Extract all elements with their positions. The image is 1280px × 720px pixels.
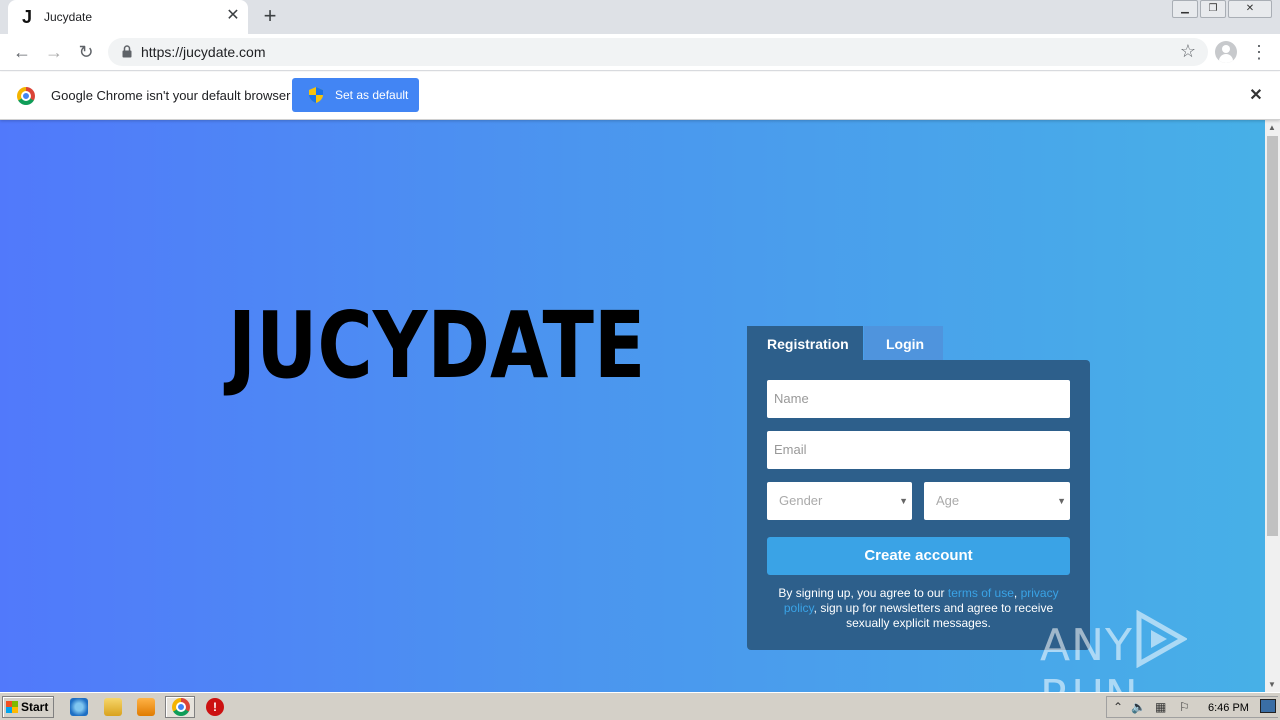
name-input[interactable]: Name xyxy=(767,380,1070,418)
gender-caret-icon: ▼ xyxy=(899,496,908,506)
site-logo: JUCYDATE xyxy=(228,292,646,399)
scroll-down-icon[interactable]: ▼ xyxy=(1268,680,1276,689)
tray-expand-icon[interactable]: ⌃ xyxy=(1113,700,1123,714)
default-browser-infobar: Google Chrome isn't your default browser… xyxy=(0,72,1280,120)
new-tab-icon[interactable]: + xyxy=(258,4,282,28)
watermark-right: RUN xyxy=(1040,671,1139,692)
forward-icon[interactable]: → xyxy=(42,40,66,64)
windows-logo-icon xyxy=(6,701,18,713)
registration-form: Name Email Gender ▼ Age ▼ Create account… xyxy=(747,360,1090,650)
set-as-default-button[interactable]: Set as default xyxy=(292,78,419,112)
profile-icon[interactable] xyxy=(1215,41,1237,63)
start-label: Start xyxy=(21,700,49,714)
create-account-button[interactable]: Create account xyxy=(767,537,1070,575)
window-close-icon[interactable]: ✕ xyxy=(1228,0,1272,18)
page-content: JUCYDATE Registration Login Name Email G… xyxy=(0,120,1265,692)
legal-notice: By signing up, you agree to our terms of… xyxy=(771,586,1066,631)
taskbar-clock[interactable]: 6:46 PM xyxy=(1208,702,1249,714)
infobar-close-icon[interactable]: ✕ xyxy=(1246,86,1266,106)
tab-title: Jucydate xyxy=(44,10,93,24)
action-center-flag-icon[interactable]: ⚐ xyxy=(1179,700,1190,714)
age-caret-icon: ▼ xyxy=(1057,496,1066,506)
anyrun-watermark: ANYRUN xyxy=(1040,609,1265,692)
address-bar[interactable]: https://jucydate.com ☆ xyxy=(108,38,1208,66)
restore-icon[interactable]: ❐ xyxy=(1200,0,1226,18)
legal-prefix: By signing up, you agree to our xyxy=(778,586,948,600)
tab-registration[interactable]: Registration xyxy=(747,326,863,360)
site-favicon-icon: J xyxy=(22,7,33,27)
windows-taskbar: Start ! ⌃ 🔈 ▦ ⚐ 6:46 PM xyxy=(0,692,1280,720)
start-button[interactable]: Start xyxy=(2,696,54,718)
minimize-icon[interactable]: ▁ xyxy=(1172,0,1198,18)
url-text: https://jucydate.com xyxy=(141,44,266,60)
file-explorer-icon[interactable] xyxy=(104,698,122,716)
legal-suffix: , sign up for newsletters and agree to r… xyxy=(813,601,1054,630)
media-player-icon[interactable] xyxy=(137,698,155,716)
network-icon[interactable]: ▦ xyxy=(1155,700,1166,714)
terms-of-use-link[interactable]: terms of use xyxy=(948,586,1014,600)
tab-strip: J Jucydate ✕ + ▁ ❐ ✕ xyxy=(0,0,1280,34)
back-icon[interactable]: ← xyxy=(10,40,34,64)
set-as-default-label: Set as default xyxy=(335,88,409,102)
bookmark-star-icon[interactable]: ☆ xyxy=(1180,41,1196,62)
chrome-taskbar-button[interactable] xyxy=(165,696,195,718)
system-tray: ⌃ 🔈 ▦ ⚐ xyxy=(1106,696,1278,718)
auth-tabs: Registration Login xyxy=(747,326,943,360)
window-controls: ▁ ❐ ✕ xyxy=(1170,0,1272,18)
play-icon xyxy=(1136,609,1188,669)
uac-shield-icon xyxy=(309,87,323,103)
gender-select[interactable]: Gender ▼ xyxy=(767,482,912,520)
watermark-left: ANY xyxy=(1040,620,1133,671)
opera-icon[interactable]: ! xyxy=(206,698,224,716)
age-select[interactable]: Age ▼ xyxy=(924,482,1070,520)
browser-tab[interactable]: J Jucydate ✕ xyxy=(8,0,248,34)
page-scrollbar[interactable]: ▲ ▼ xyxy=(1265,120,1280,692)
legal-separator: , xyxy=(1013,586,1021,600)
reload-icon[interactable]: ↻ xyxy=(74,40,98,64)
show-desktop-icon[interactable] xyxy=(1260,699,1276,713)
gender-select-value: Gender xyxy=(779,493,823,508)
chrome-logo-icon xyxy=(17,87,35,105)
volume-icon[interactable]: 🔈 xyxy=(1131,700,1146,714)
chrome-taskbar-icon xyxy=(172,698,190,716)
internet-explorer-icon[interactable] xyxy=(70,698,88,716)
menu-icon[interactable]: ⋮ xyxy=(1250,42,1268,62)
scroll-thumb[interactable] xyxy=(1267,136,1278,536)
tab-close-icon[interactable]: ✕ xyxy=(224,6,242,26)
tab-login[interactable]: Login xyxy=(864,326,943,360)
scroll-up-icon[interactable]: ▲ xyxy=(1268,123,1276,132)
email-input[interactable]: Email xyxy=(767,431,1070,469)
age-select-value: Age xyxy=(936,493,960,508)
infobar-message: Google Chrome isn't your default browser xyxy=(51,88,291,103)
browser-toolbar: ← → ↻ https://jucydate.com ☆ ⋮ xyxy=(0,34,1280,71)
lock-icon xyxy=(122,45,132,58)
